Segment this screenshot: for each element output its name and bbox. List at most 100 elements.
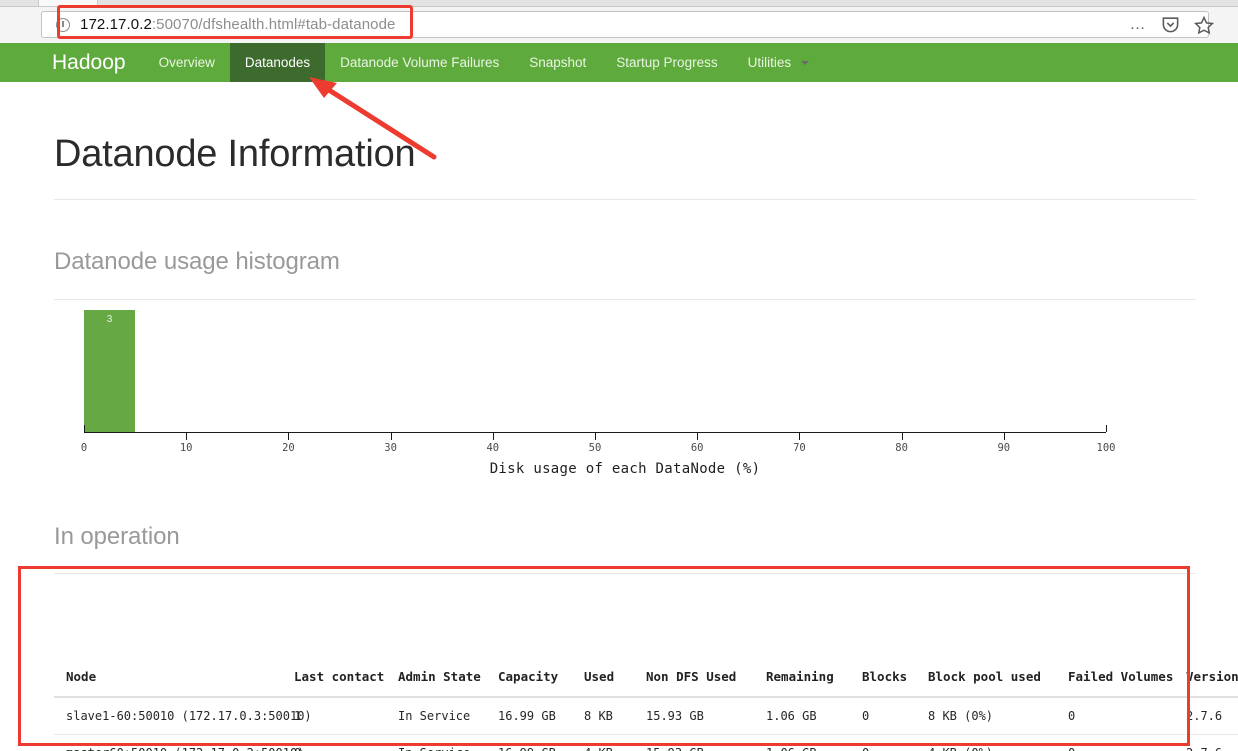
screenshot-root: 172.17.0.2:50070/dfshealth.html#tab-data… [0, 0, 1238, 751]
column-header-used[interactable]: Used [584, 655, 646, 698]
column-header-blocks[interactable]: Blocks [862, 655, 928, 698]
chart-x-tick [595, 433, 596, 440]
browser-chrome: 172.17.0.2:50070/dfshealth.html#tab-data… [0, 0, 1238, 43]
address-bar-text: 172.17.0.2:50070/dfshealth.html#tab-data… [80, 17, 396, 32]
chart-x-tick-label: 0 [80, 442, 88, 454]
cell-admin-state: In Service [398, 697, 498, 735]
cell-node: master60:50010 (172.17.0.2:50010) [54, 734, 304, 751]
cell-node: slave1-60:50010 (172.17.0.3:50010) [54, 697, 312, 735]
nav-label: Utilities [747, 55, 792, 70]
divider-title [54, 199, 1196, 200]
chart-x-tick-label: 80 [895, 442, 908, 454]
address-bar-actions: … [1130, 11, 1214, 38]
datanode-table: Node Last contact Admin State Capacity U… [54, 655, 1238, 751]
table-row[interactable]: slave1-60:50010 (172.17.0.3:50010) 1 In Se… [54, 697, 1238, 735]
url-host: 172.17.0.2 [80, 16, 152, 33]
nav-item-startup-progress[interactable]: Startup Progress [601, 43, 732, 82]
cell-version: 2.7.6 [1186, 697, 1238, 735]
cell-admin-state: In Service [398, 734, 498, 751]
chart-x-tick [288, 433, 290, 440]
browser-tabstrip [0, 0, 1238, 7]
nav-item-utilities[interactable]: Utilities [733, 43, 824, 82]
column-header-version[interactable]: Version [1186, 655, 1238, 698]
bookmark-star-icon[interactable] [1194, 15, 1214, 35]
column-header-admin-state[interactable]: Admin State [398, 655, 498, 698]
datanode-table-container: Node Last contact Admin State Capacity U… [54, 655, 1238, 751]
chart-x-tick [799, 433, 801, 440]
nav-item-overview[interactable]: Overview [144, 43, 230, 82]
hadoop-navbar: Hadoop Overview Datanodes Datanode Volum… [0, 43, 1238, 82]
table-header-row: Node Last contact Admin State Capacity U… [54, 655, 1238, 698]
chart-x-tick [697, 433, 699, 440]
browser-tab[interactable] [38, 0, 98, 6]
main-content: Datanode Information Datanode usage hist… [0, 82, 1238, 751]
chart-x-tick-label: 90 [997, 442, 1011, 454]
table-header: Node Last contact Admin State Capacity U… [54, 655, 1238, 698]
chart-x-tick [1003, 433, 1005, 440]
cell-block-pool-used: 4 KB (0%) [928, 734, 1068, 751]
cell-failed-volumes: 0 [1068, 697, 1186, 735]
cell-non-dfs-used: 15.93 GB [646, 734, 766, 751]
column-header-last-contact[interactable]: Last contact [294, 655, 398, 698]
chart-x-tick-label: 20 [282, 442, 295, 454]
cell-used: 8 KB [584, 697, 646, 735]
column-header-node[interactable]: Node [54, 655, 294, 698]
nav-label: Snapshot [529, 55, 587, 70]
chart-x-tick-label: 10 [179, 442, 193, 454]
chart-x-tick-label: 70 [793, 442, 806, 454]
cell-blocks: 0 [862, 734, 928, 751]
table-row[interactable]: master60:50010 (172.17.0.2:50010)0In Ser… [54, 734, 1238, 751]
nav-label: Overview [158, 55, 215, 70]
nav-label: Datanode Volume Failures [340, 55, 500, 70]
chart-x-tick-label: 50 [588, 442, 602, 454]
chart-x-tick-label: 100 [1096, 442, 1116, 454]
address-bar[interactable]: 172.17.0.2:50070/dfshealth.html#tab-data… [41, 11, 1209, 38]
chart-x-axis-label: Disk usage of each DataNode (%) [489, 461, 761, 477]
column-header-remaining[interactable]: Remaining [766, 655, 862, 698]
datanode-usage-histogram: 3 0 10 20 30 40 50 60 70 80 90 100 Disk usage of e… [54, 310, 1196, 480]
chart-x-tick [901, 433, 903, 440]
chart-x-tick [492, 433, 494, 440]
cell-block-pool-used: 8 KB (0%) [928, 697, 1068, 735]
page-title: Datanode Information [54, 133, 416, 175]
divider-histogram [54, 299, 1196, 300]
chevron-down-icon [800, 61, 809, 66]
cell-remaining: 1.06 GB [766, 734, 862, 751]
cell-capacity: 16.99 GB [498, 697, 584, 735]
cell-non-dfs-used: 15.93 GB [646, 697, 766, 735]
cell-blocks: 0 [862, 697, 928, 735]
cell-capacity: 16.99 GB [498, 734, 584, 751]
cell-remaining: 1.06 GB [766, 697, 862, 735]
info-circle-icon[interactable] [56, 17, 70, 32]
nav-item-snapshot[interactable]: Snapshot [514, 43, 601, 82]
chart-x-tick-label: 30 [384, 442, 397, 454]
cell-failed-volumes: 0 [1068, 734, 1186, 751]
brand-hadoop[interactable]: Hadoop [0, 43, 144, 82]
section-heading-in-operation: In operation [54, 523, 180, 550]
histogram-bar-value: 3 [106, 314, 113, 325]
cell-version: 2.7.6 [1186, 734, 1238, 751]
chart-x-tick [84, 425, 85, 432]
chart-x-tick [1106, 425, 1107, 432]
histogram-bar[interactable]: 3 [84, 310, 136, 432]
table-body: slave1-60:50010 (172.17.0.3:50010) 1 In Se… [54, 697, 1238, 751]
nav-label: Startup Progress [616, 55, 718, 70]
url-path: :50070/dfshealth.html#tab-datanode [151, 16, 396, 33]
divider-in-operation [54, 573, 1196, 574]
cell-used: 4 KB [584, 734, 646, 751]
section-heading-histogram: Datanode usage histogram [54, 248, 340, 275]
more-options-icon[interactable]: … [1130, 16, 1148, 33]
cell-last-contact: 0 [294, 734, 398, 751]
chart-x-tick [390, 433, 392, 440]
chart-x-tick [186, 433, 188, 440]
nav-label: Datanodes [244, 55, 311, 70]
column-header-non-dfs-used[interactable]: Non DFS Used [646, 655, 766, 698]
column-header-block-pool-used[interactable]: Block pool used [928, 655, 1068, 698]
column-header-failed-volumes[interactable]: Failed Volumes [1068, 655, 1186, 698]
chart-x-tick-label: 60 [690, 442, 704, 454]
nav-item-datanodes[interactable]: Datanodes [229, 43, 326, 82]
pocket-icon[interactable] [1161, 15, 1180, 34]
nav-item-datanode-volume-failures[interactable]: Datanode Volume Failures [325, 43, 514, 82]
column-header-capacity[interactable]: Capacity [498, 655, 584, 698]
chart-x-tick-label: 40 [486, 442, 500, 454]
